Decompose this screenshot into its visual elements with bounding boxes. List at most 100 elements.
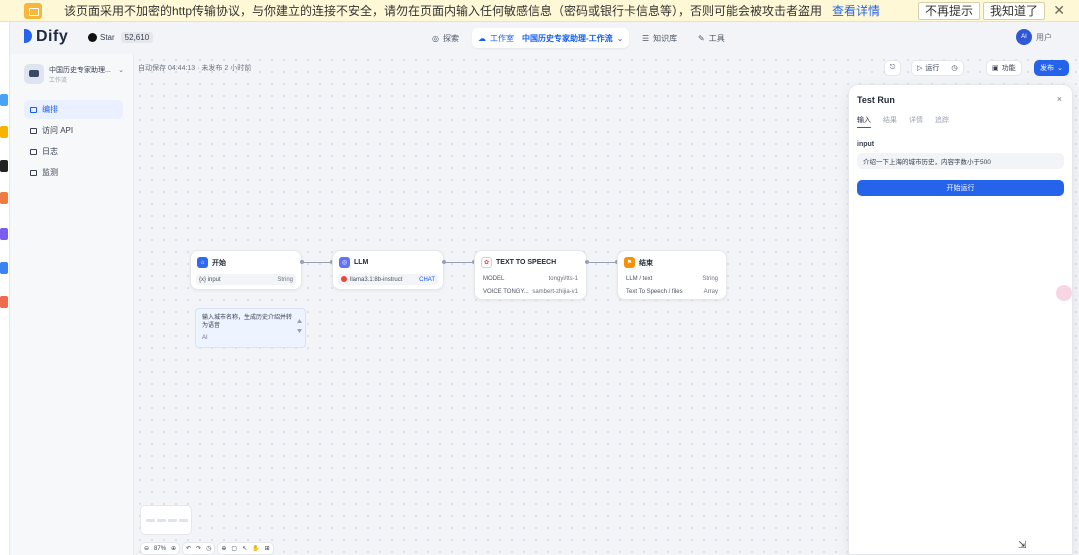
dismiss-warning-button[interactable]: 不再提示 xyxy=(918,2,981,20)
security-warning-bar: 该页面采用不加密的http传输协议，与你建立的连接不安全，请勿在页面内输入任何敏… xyxy=(0,0,1079,22)
run-button[interactable]: ▷ 运行 ◷ xyxy=(911,60,964,76)
zoom-level[interactable]: 87% xyxy=(154,546,166,552)
variable-name: {x} input xyxy=(199,276,221,283)
app-sidebar: 中国历史专家助理... 工作流 ⌄ 编排 访问 API 日志 监测 xyxy=(10,54,134,555)
tab-detail[interactable]: 详情 xyxy=(909,115,923,128)
note-scroll-icon[interactable] xyxy=(297,319,302,333)
pointer-icon[interactable]: ↖ xyxy=(242,545,247,552)
browser-sidebar-strip xyxy=(0,22,10,555)
nav-explore-label: 探索 xyxy=(442,33,459,43)
dify-logo[interactable]: Dify xyxy=(24,28,68,46)
edge-connector xyxy=(442,260,476,264)
user-avatar[interactable]: AI xyxy=(1016,29,1032,45)
browser-app-icon[interactable] xyxy=(0,228,8,240)
workflow-node-end[interactable]: ⚑ 结束 LLM / text String Text To Speech / … xyxy=(617,250,727,300)
canvas-bottom-toolbar: ⊖ 87% ⊕ ↶ ↷ ◷ ⊕ ▢ ↖ ✋ ⊞ xyxy=(140,542,274,555)
node-model-row: llama3.1:8b-instruct CHAT xyxy=(338,274,438,285)
llm-icon: ◎ xyxy=(339,257,350,268)
sidebar-item-monitoring[interactable]: 监测 xyxy=(24,163,123,182)
zoom-out-icon[interactable]: ⊖ xyxy=(144,545,149,552)
hand-icon[interactable]: ✋ xyxy=(252,545,259,552)
canvas-note[interactable]: 输入城市名称，生成历史介绍并转为语音 AI xyxy=(195,308,306,348)
node-header: ✿ TEXT TO SPEECH xyxy=(481,257,556,268)
add-node-icon[interactable]: ⊕ xyxy=(221,545,226,552)
book-icon: ☰ xyxy=(642,33,650,43)
edge-connector xyxy=(300,260,334,264)
nav-studio[interactable]: ☁ 工作室 中国历史专家助理-工作流 ⌄ xyxy=(472,28,630,48)
close-icon[interactable]: × xyxy=(1057,94,1062,104)
sidebar-item-orchestrate[interactable]: 编排 xyxy=(24,100,123,119)
browser-app-icon[interactable] xyxy=(0,160,8,172)
warning-text: 该页面采用不加密的http传输协议，与你建立的连接不安全，请勿在页面内输入任何敏… xyxy=(64,4,823,18)
features-button[interactable]: ▣ 功能 xyxy=(986,60,1022,76)
app-name: 中国历史专家助理... xyxy=(49,67,111,74)
redo-icon[interactable]: ↷ xyxy=(196,545,201,552)
sidebar-item-label: 访问 API xyxy=(42,126,74,135)
app-icon xyxy=(24,64,44,84)
workflow-node-text-to-speech[interactable]: ✿ TEXT TO SPEECH MODEL tongyi/tts-1 VOIC… xyxy=(474,250,587,300)
node-title: TEXT TO SPEECH xyxy=(496,259,557,266)
workflow-node-llm[interactable]: ◎ LLM llama3.1:8b-instruct CHAT xyxy=(332,250,444,290)
history-icon[interactable]: ◷ xyxy=(206,545,211,552)
browser-app-icon[interactable] xyxy=(0,94,8,106)
features-label: 功能 xyxy=(1001,65,1016,72)
nav-knowledge-label: 知识库 xyxy=(653,33,678,43)
current-app-selector[interactable]: 中国历史专家助理-工作流 xyxy=(522,33,613,44)
play-icon: ▷ xyxy=(917,65,923,72)
logo-text: Dify xyxy=(36,28,69,45)
nav-studio-label: 工作室 xyxy=(490,33,514,43)
sidebar-item-label: 日志 xyxy=(42,147,58,156)
add-note-icon[interactable]: ▢ xyxy=(231,545,237,552)
speech-icon: ✿ xyxy=(481,257,492,268)
output-name: Text To Speech / files xyxy=(626,288,683,295)
home-icon: ⌂ xyxy=(197,257,208,268)
app-info-card[interactable]: 中国历史专家助理... 工作流 ⌄ xyxy=(24,62,124,88)
version-history-button[interactable]: ⎋ xyxy=(884,60,901,76)
nav-tools[interactable]: ✎ 工具 xyxy=(692,28,731,48)
warning-details-link[interactable]: 查看详情 xyxy=(832,2,880,19)
node-variable-row: {x} input String xyxy=(196,274,296,285)
note-author: AI xyxy=(202,335,208,341)
browser-app-icon[interactable] xyxy=(0,262,8,274)
start-run-button[interactable]: 开始运行 xyxy=(857,180,1064,196)
nav-tools-label: 工具 xyxy=(708,33,725,43)
compass-icon: ◎ xyxy=(432,33,439,43)
history-controls: ↶ ↷ ◷ xyxy=(182,542,216,555)
zoom-in-icon[interactable]: ⊕ xyxy=(171,545,176,552)
undo-icon[interactable]: ↶ xyxy=(186,545,191,552)
organize-icon[interactable]: ⊞ xyxy=(265,545,270,552)
top-navigation: Dify Star 52,610 ◎ 探索 ☁ 工作室 中国历史专家助理-工作流 ⌄… xyxy=(10,22,1079,54)
publish-button[interactable]: 发布 ⌄ xyxy=(1034,60,1069,76)
features-icon: ▣ xyxy=(992,65,999,72)
node-header: ⌂ 开始 xyxy=(197,257,226,268)
user-name[interactable]: 用户 xyxy=(1036,32,1052,43)
canvas-minimap[interactable] xyxy=(140,505,192,535)
floating-assistant-icon[interactable] xyxy=(1056,285,1072,301)
chevron-down-icon: ⌄ xyxy=(1057,65,1063,72)
node-param-row: VOICE TONGY... sambert-zhijia-v1 xyxy=(480,286,581,297)
sidebar-item-logs[interactable]: 日志 xyxy=(24,142,123,161)
panel-title: Test Run xyxy=(857,95,895,105)
nav-explore[interactable]: ◎ 探索 xyxy=(426,28,465,48)
tab-tracing[interactable]: 追踪 xyxy=(935,115,949,128)
browser-app-icon[interactable] xyxy=(0,296,8,308)
model-name: llama3.1:8b-instruct xyxy=(350,277,403,283)
input-field[interactable] xyxy=(857,153,1064,169)
workflow-node-start[interactable]: ⌂ 开始 {x} input String xyxy=(190,250,302,290)
output-type: String xyxy=(702,275,718,282)
nav-knowledge[interactable]: ☰ 知识库 xyxy=(636,28,683,48)
browser-app-icon[interactable] xyxy=(0,192,8,204)
browser-app-icon[interactable] xyxy=(0,126,8,138)
orchestrate-icon xyxy=(30,106,37,113)
output-type: Array xyxy=(703,288,718,295)
tab-result[interactable]: 结果 xyxy=(883,115,897,128)
close-icon[interactable]: ✕ xyxy=(1053,2,1065,19)
history-icon: ⎋ xyxy=(889,64,896,71)
node-header: ◎ LLM xyxy=(339,257,368,268)
github-star-button[interactable]: Star 52,610 xyxy=(88,32,154,43)
panel-tabs: 输入 结果 详情 追踪 xyxy=(857,115,949,128)
tab-input[interactable]: 输入 xyxy=(857,115,871,128)
sidebar-item-api[interactable]: 访问 API xyxy=(24,121,123,140)
acknowledge-warning-button[interactable]: 我知道了 xyxy=(983,2,1046,20)
model-provider-icon xyxy=(341,276,347,282)
